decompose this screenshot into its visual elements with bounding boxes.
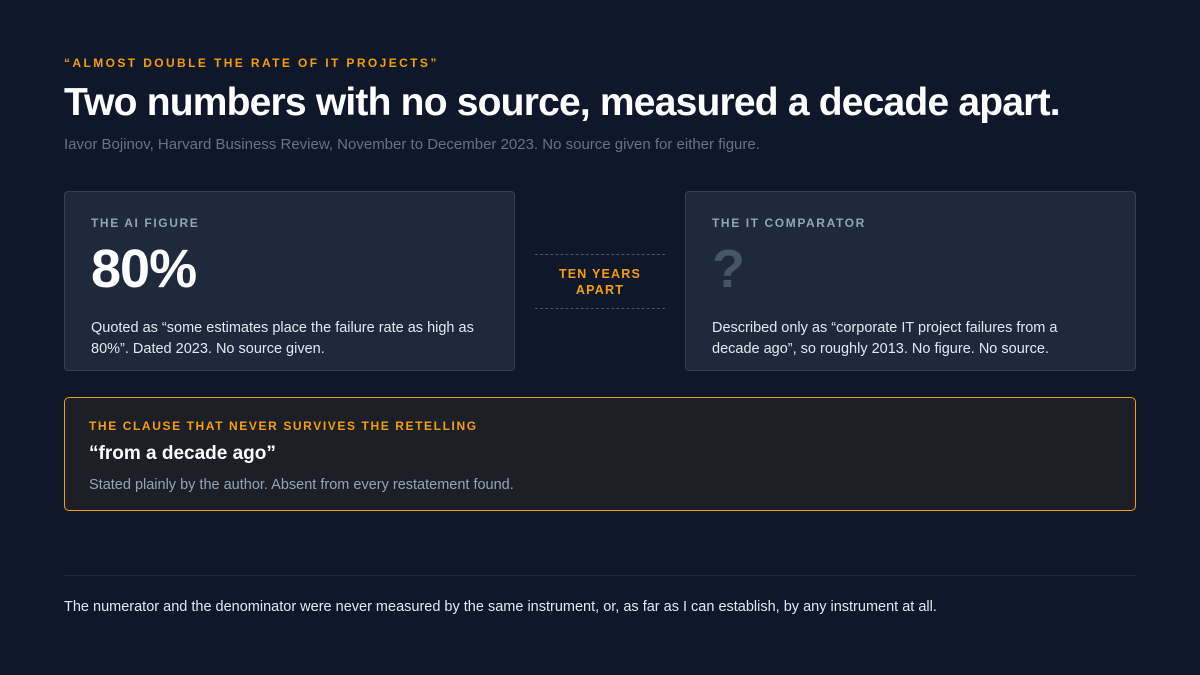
ai-figure-label: The AI figure [91, 216, 200, 230]
callout-body: Stated plainly by the author. Absent fro… [89, 477, 514, 493]
clause-callout: The clause that never survives the retel… [64, 397, 1136, 511]
it-comparator-card: The IT comparator ? Described only as “c… [685, 191, 1136, 371]
callout-label: The clause that never survives the retel… [89, 419, 478, 433]
slide: “Almost double the rate of IT projects” … [0, 0, 1200, 675]
it-comparator-description: Described only as “corporate IT project … [712, 320, 1058, 357]
eyebrow-quote: “Almost double the rate of IT projects” [64, 56, 439, 70]
time-gap-label: Ten years apart [558, 266, 642, 297]
footer-statement: The numerator and the denominator were n… [64, 599, 937, 615]
time-gap-connector: Ten years apart [535, 254, 665, 309]
it-comparator-value: ? [712, 239, 745, 299]
divider [64, 575, 1136, 576]
it-comparator-label: The IT comparator [712, 216, 866, 230]
page-title: Two numbers with no source, measured a d… [64, 81, 1061, 124]
ai-figure-card: The AI figure 80% Quoted as “some estima… [64, 191, 515, 371]
ai-figure-value: 80% [91, 239, 197, 299]
page-subtitle: Iavor Bojinov, Harvard Business Review, … [64, 136, 760, 153]
callout-quote: “from a decade ago” [89, 443, 276, 464]
ai-figure-description: Quoted as “some estimates place the fail… [91, 320, 474, 357]
